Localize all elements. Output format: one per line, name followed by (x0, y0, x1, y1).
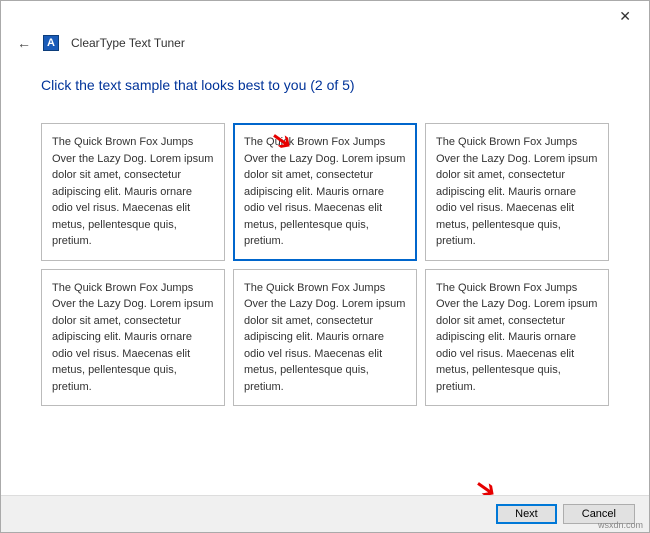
header: ← A ClearType Text Tuner (1, 31, 649, 59)
close-icon[interactable]: ✕ (611, 6, 639, 27)
text-sample-1[interactable]: The Quick Brown Fox Jumps Over the Lazy … (41, 123, 225, 261)
text-sample-5[interactable]: The Quick Brown Fox Jumps Over the Lazy … (233, 269, 417, 407)
text-sample-3[interactable]: The Quick Brown Fox Jumps Over the Lazy … (425, 123, 609, 261)
watermark: wsxdn.com (598, 520, 643, 530)
sample-grid: The Quick Brown Fox Jumps Over the Lazy … (41, 123, 609, 406)
footer: Next Cancel (1, 495, 649, 532)
page-heading: Click the text sample that looks best to… (41, 77, 609, 93)
titlebar: ✕ (1, 1, 649, 31)
app-title: ClearType Text Tuner (71, 36, 185, 50)
next-button[interactable]: Next (496, 504, 557, 524)
text-sample-4[interactable]: The Quick Brown Fox Jumps Over the Lazy … (41, 269, 225, 407)
back-arrow-icon[interactable]: ← (17, 35, 31, 51)
text-sample-2[interactable]: The Quick Brown Fox Jumps Over the Lazy … (233, 123, 417, 261)
app-icon: A (43, 35, 59, 51)
content-area: Click the text sample that looks best to… (1, 59, 649, 406)
text-sample-6[interactable]: The Quick Brown Fox Jumps Over the Lazy … (425, 269, 609, 407)
